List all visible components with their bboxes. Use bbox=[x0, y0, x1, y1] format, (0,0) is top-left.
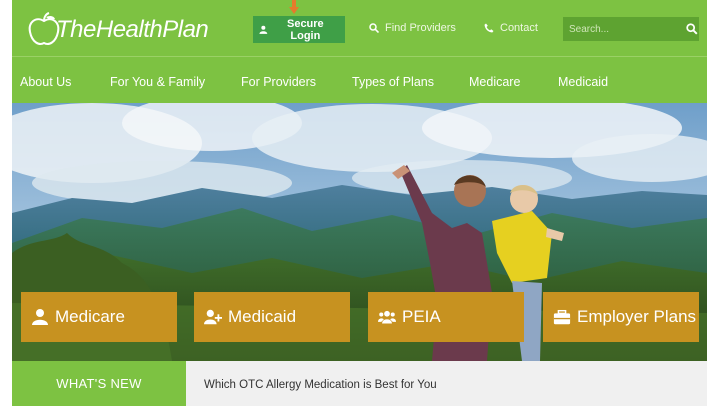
search-input[interactable] bbox=[563, 22, 679, 36]
logo-text: TheHealthPlan bbox=[56, 16, 209, 43]
contact-label: Contact bbox=[500, 22, 538, 34]
tile-peia-label: PEIA bbox=[402, 307, 441, 326]
page-frame: TheHealthPlan Secure Login Find Provider… bbox=[12, 0, 707, 406]
site-header: TheHealthPlan Secure Login Find Provider… bbox=[12, 0, 707, 103]
pointer-arrow-icon bbox=[289, 0, 299, 14]
main-nav: About Us For You & Family For Providers … bbox=[12, 66, 707, 100]
header-divider bbox=[12, 56, 707, 57]
tile-medicaid[interactable]: Medicaid bbox=[194, 292, 350, 342]
whats-new-label: WHAT'S NEW bbox=[12, 361, 186, 406]
user-plus-icon bbox=[204, 309, 222, 325]
contact-link[interactable]: Contact bbox=[484, 22, 538, 34]
briefcase-icon bbox=[553, 309, 571, 325]
search-icon bbox=[369, 23, 379, 33]
whats-new-bar: WHAT'S NEW Which OTC Allergy Medication … bbox=[12, 361, 707, 406]
tile-employer-plans[interactable]: Employer Plans bbox=[543, 292, 699, 342]
user-icon bbox=[32, 309, 48, 325]
nav-item-about-us[interactable]: About Us bbox=[20, 75, 71, 89]
find-providers-link[interactable]: Find Providers bbox=[369, 22, 456, 34]
nav-item-medicare[interactable]: Medicare bbox=[469, 75, 520, 89]
search-box bbox=[563, 17, 699, 41]
tile-employer-plans-label: Employer Plans bbox=[577, 307, 697, 326]
secure-login-label: Secure Login bbox=[286, 17, 324, 42]
users-icon bbox=[378, 310, 396, 324]
search-button-icon[interactable] bbox=[685, 21, 699, 37]
secure-login-button[interactable]: Secure Login bbox=[253, 16, 345, 43]
tile-medicaid-label: Medicaid bbox=[228, 307, 297, 326]
tile-medicare-label: Medicare bbox=[55, 307, 125, 326]
whats-new-headline-link[interactable]: Which OTC Allergy Medication is Best for… bbox=[204, 379, 437, 391]
nav-item-types-of-plans[interactable]: Types of Plans bbox=[352, 75, 434, 89]
tile-medicare[interactable]: Medicare bbox=[21, 292, 177, 342]
site-logo[interactable]: TheHealthPlan bbox=[26, 12, 209, 48]
nav-item-for-you-family[interactable]: For You & Family bbox=[110, 75, 205, 89]
find-providers-label: Find Providers bbox=[385, 22, 456, 34]
tile-peia[interactable]: PEIA bbox=[368, 292, 524, 342]
nav-item-medicaid[interactable]: Medicaid bbox=[558, 75, 608, 89]
nav-item-for-providers[interactable]: For Providers bbox=[241, 75, 316, 89]
user-icon bbox=[259, 25, 268, 34]
phone-icon bbox=[484, 23, 494, 33]
